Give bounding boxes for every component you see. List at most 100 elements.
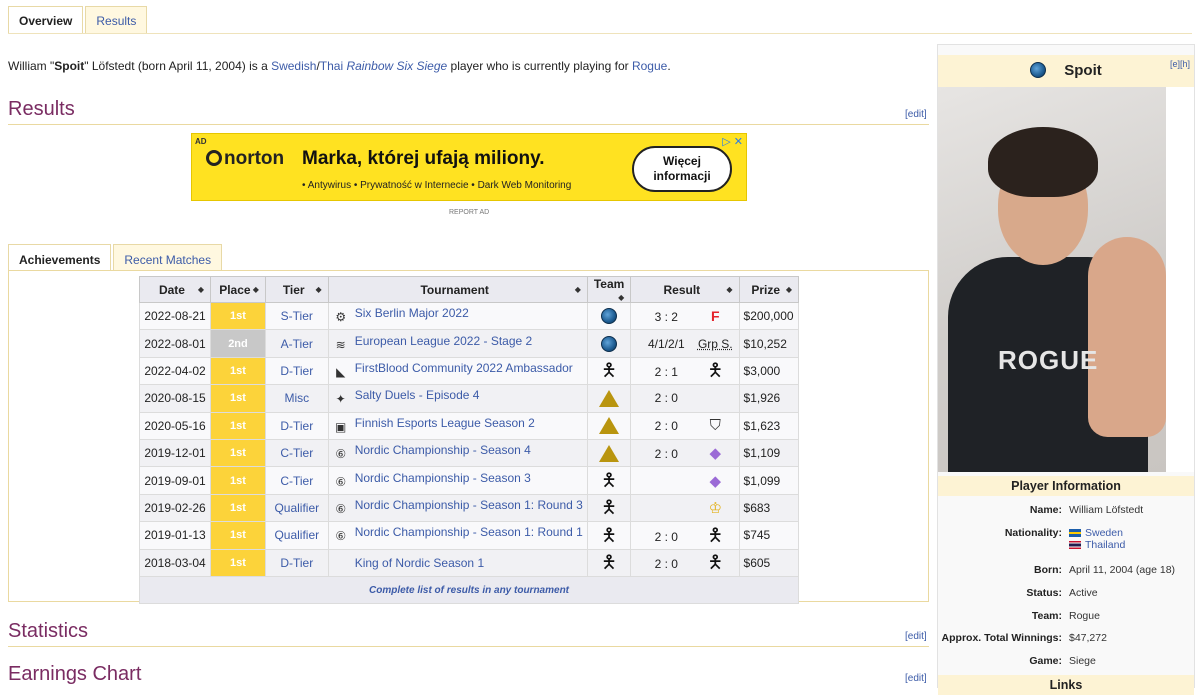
cell-team[interactable]: 🯅 (586, 356, 632, 386)
col-date[interactable]: Date ◆ (138, 276, 212, 303)
tab-overview[interactable]: Overview (8, 6, 84, 34)
cell-tier[interactable]: D-Tier (264, 548, 329, 577)
cell-tournament[interactable]: ⑥ Nordic Championship - Season 1: Round 1 (327, 521, 588, 550)
table-row: 2018-03-04 1st D-Tier King of Nordic Season… (138, 548, 800, 577)
link-thai[interactable]: Thai (320, 59, 343, 73)
cell-tier[interactable]: C-Tier (264, 438, 329, 468)
cell-tier[interactable]: D-Tier (264, 356, 329, 386)
full-results-link[interactable]: Complete list of results in any tourname… (139, 575, 799, 605)
link-sweden[interactable]: Sweden (1085, 527, 1123, 539)
cell-tournament[interactable]: King of Nordic Season 1 (327, 548, 588, 577)
cell-tier[interactable]: Qualifier (264, 493, 329, 523)
cell-team[interactable] (586, 301, 632, 331)
cell-date: 2019-12-01 (138, 438, 212, 468)
edit-statistics-link[interactable]: [edit] (905, 631, 927, 642)
col-place[interactable]: Place ◆ (210, 276, 266, 303)
cell-date: 2022-08-21 (138, 301, 212, 331)
result-score: 2 : 0 (654, 529, 678, 544)
link-swedish[interactable]: Swedish (271, 59, 316, 73)
cell-tier[interactable]: Misc (264, 384, 329, 413)
cell-tournament[interactable]: ⑥ Nordic Championship - Season 4 (327, 438, 588, 468)
tournament-link[interactable]: Nordic Championship - Season 1: Round 3 (355, 498, 583, 512)
tab-achievements[interactable]: Achievements (8, 244, 112, 273)
opponent-figure-icon[interactable]: 🯅 (707, 552, 723, 572)
cell-result: 4/1/2/1 Grp S. (630, 329, 740, 358)
cell-team[interactable] (586, 438, 632, 468)
rogue-team-icon (601, 335, 618, 352)
col-result[interactable]: Result ◆ (630, 276, 740, 303)
tab-recent-matches[interactable]: Recent Matches (113, 244, 223, 273)
tournament-link[interactable]: Finnish Esports League Season 2 (355, 416, 535, 430)
cell-tier[interactable]: D-Tier (264, 411, 329, 440)
tournament-link[interactable]: Nordic Championship - Season 1: Round 1 (355, 525, 583, 539)
result-score: 3 : 2 (654, 310, 678, 325)
cell-tournament[interactable]: ⑥ Nordic Championship - Season 3 (327, 466, 588, 495)
tab-results[interactable]: Results (85, 6, 148, 34)
cell-date: 2020-05-16 (138, 411, 212, 440)
link-game[interactable]: Rainbow Six Siege (346, 59, 447, 73)
cell-tournament[interactable]: ▣ Finnish Esports League Season 2 (327, 411, 588, 440)
col-prize[interactable]: Prize ◆ (738, 276, 800, 303)
opponent-figure-icon[interactable]: 🯅 (707, 360, 723, 380)
team-figure-icon: 🯅 (601, 497, 617, 518)
cell-tier[interactable]: Qualifier (264, 521, 329, 550)
team-triangle-icon (599, 417, 620, 435)
result-score: 2 : 0 (654, 419, 678, 434)
report-ad-link[interactable]: REPORT AD (449, 209, 489, 216)
link-team-rogue[interactable]: Rogue (632, 59, 667, 73)
col-tier[interactable]: Tier ◆ (264, 276, 329, 303)
link-thailand[interactable]: Thailand (1085, 539, 1125, 551)
tournament-link[interactable]: FirstBlood Community 2022 Ambassador (355, 361, 573, 375)
tournament-link[interactable]: European League 2022 - Stage 2 (355, 334, 532, 348)
cell-tournament[interactable]: ≋ European League 2022 - Stage 2 (327, 329, 588, 358)
link-game-siege[interactable]: Siege (1069, 655, 1096, 667)
opponent-faze-icon[interactable]: F (711, 308, 720, 324)
ad-button-line: informacji (653, 169, 711, 183)
edit-results-link[interactable]: [edit] (905, 109, 927, 120)
cell-result: 2 : 1 🯅 (630, 356, 740, 386)
cell-team[interactable] (586, 329, 632, 358)
cell-team[interactable]: 🯅 (586, 493, 632, 523)
result-opponent: 🯅 (697, 552, 733, 572)
col-team[interactable]: Team ◆ (586, 276, 632, 303)
cell-team[interactable] (586, 411, 632, 440)
link-status-active[interactable]: Active (1069, 587, 1098, 599)
opponent-crown-icon[interactable]: ♔ (709, 500, 722, 517)
opponent-shield-icon[interactable]: ⛉ (710, 417, 721, 434)
info-label: Game: (1029, 655, 1062, 667)
infobox-edit-links[interactable]: [e][h] (1170, 55, 1190, 73)
edit-earnings-link[interactable]: [edit] (905, 673, 927, 684)
link-infobox-team[interactable]: Rogue (1069, 610, 1100, 622)
opponent-figure-icon[interactable]: 🯅 (707, 525, 723, 545)
cell-tournament[interactable]: ⑥ Nordic Championship - Season 1: Round 3 (327, 493, 588, 523)
ad-bullets: • Antywirus • Prywatność w Internecie • … (302, 180, 572, 191)
tournament-link[interactable]: King of Nordic Season 1 (355, 556, 484, 570)
opponent-gem-icon[interactable]: ◆ (710, 473, 722, 490)
result-opponent: ◆ (697, 472, 733, 490)
player-infobox: Spoit [e][h] ROGUE Player Information Na… (937, 44, 1195, 695)
cell-team[interactable]: 🯅 (586, 466, 632, 495)
cell-tier[interactable]: S-Tier (264, 301, 329, 331)
cell-team[interactable] (586, 384, 632, 413)
tournament-link[interactable]: Six Berlin Major 2022 (355, 306, 469, 320)
table-footer-row: Complete list of results in any tourname… (139, 575, 799, 605)
intro-paragraph: William "Spoit" Löfstedt (born April 11,… (8, 59, 671, 73)
cell-tier[interactable]: C-Tier (264, 466, 329, 495)
cell-team[interactable]: 🯅 (586, 521, 632, 550)
ad-brand-text: norton (224, 148, 285, 169)
cell-tier[interactable]: A-Tier (264, 329, 329, 358)
cell-tournament[interactable]: ✦ Salty Duels - Episode 4 (327, 384, 588, 413)
cell-team[interactable]: 🯅 (586, 548, 632, 577)
cell-tournament[interactable]: ⚙ Six Berlin Major 2022 (327, 301, 588, 331)
ad-headline: Marka, której ufają miliony. (302, 148, 545, 169)
cell-tournament[interactable]: ◣ FirstBlood Community 2022 Ambassador (327, 356, 588, 386)
ad-more-info-button[interactable]: Więcej informacji (632, 146, 732, 192)
tournament-link[interactable]: Nordic Championship - Season 3 (355, 471, 531, 485)
opponent-gem-icon[interactable]: ◆ (710, 445, 722, 462)
advertisement-banner[interactable]: AD ▷ ✕ norton Marka, której ufają milion… (191, 133, 747, 201)
ad-choices-icon[interactable]: ▷ ✕ (722, 135, 743, 148)
cell-result: 2 : 0 🯅 (630, 548, 740, 577)
tournament-link[interactable]: Nordic Championship - Season 4 (355, 443, 531, 457)
col-tournament[interactable]: Tournament ◆ (327, 276, 588, 303)
tournament-link[interactable]: Salty Duels - Episode 4 (355, 388, 480, 402)
